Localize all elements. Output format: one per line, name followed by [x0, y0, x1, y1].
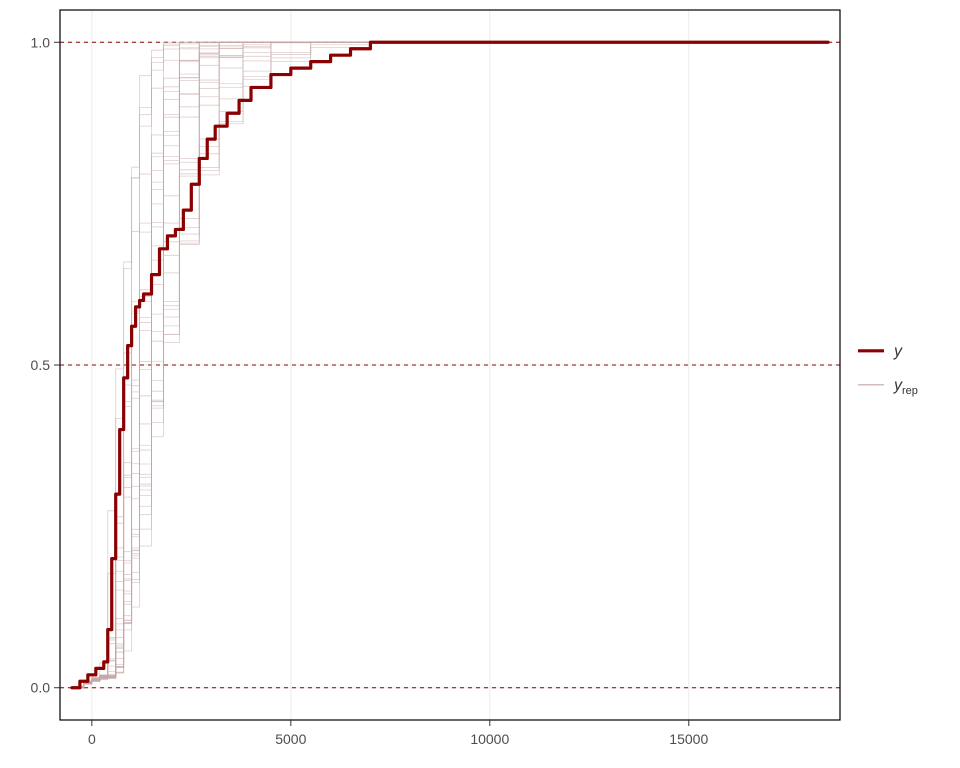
x-tick-label: 5000 — [275, 731, 306, 747]
y-tick-label: 0.5 — [31, 357, 51, 373]
x-axis: 0 5000 10000 15000 — [88, 720, 709, 747]
y-tick-label: 0.0 — [31, 680, 51, 696]
y-axis: 0.0 0.5 1.0 — [31, 34, 60, 695]
x-tick-label: 10000 — [470, 731, 509, 747]
x-tick-label: 15000 — [669, 731, 708, 747]
legend-entry-y: y — [858, 343, 903, 360]
ecdf-chart: 0 5000 10000 15000 0.0 0.5 1.0 y yrep — [0, 0, 960, 768]
legend-entry-yrep: yrep — [858, 377, 918, 397]
x-tick-label: 0 — [88, 731, 96, 747]
chart-svg: 0 5000 10000 15000 0.0 0.5 1.0 y yrep — [0, 0, 960, 768]
legend: y yrep — [858, 343, 918, 397]
y-tick-label: 1.0 — [31, 34, 51, 50]
legend-label-y: y — [893, 343, 903, 360]
legend-label-yrep: yrep — [893, 377, 918, 397]
